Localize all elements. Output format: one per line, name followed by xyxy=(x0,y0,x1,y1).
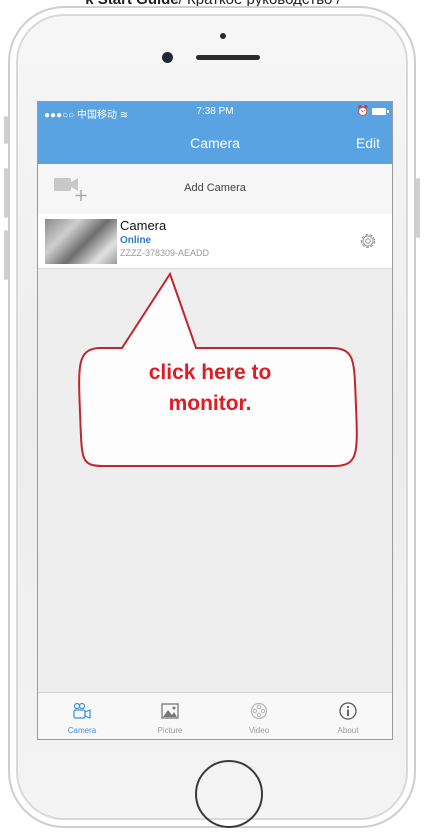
video-reel-icon xyxy=(250,702,268,720)
callout-line-1: click here to xyxy=(148,361,272,384)
callout-bubble xyxy=(78,271,358,467)
tab-about-label: About xyxy=(337,726,359,735)
camera-icon xyxy=(73,702,91,719)
callout-line-2: monitor. xyxy=(168,392,252,415)
app-screen: ●●●○○ 中国移动 ≋ 7:38 PM ⏰ Camera Edit Add C… xyxy=(37,101,393,740)
tab-camera-label: Camera xyxy=(67,726,97,735)
tab-picture[interactable]: Picture xyxy=(126,693,214,739)
tab-video[interactable]: Video xyxy=(215,693,303,739)
tab-about[interactable]: About xyxy=(304,693,392,739)
mute-switch xyxy=(4,116,8,144)
tab-picture-label: Picture xyxy=(157,726,183,735)
power-button xyxy=(416,178,420,238)
volume-down-button xyxy=(4,230,8,280)
proximity-sensor xyxy=(220,33,226,39)
tab-video-label: Video xyxy=(248,726,270,735)
callout-text: click here to monitor. xyxy=(95,357,325,419)
tab-camera[interactable]: Camera xyxy=(38,693,126,739)
info-icon xyxy=(339,702,357,720)
volume-up-button xyxy=(4,168,8,218)
tab-bar: Camera Picture Video About xyxy=(38,692,392,739)
picture-icon xyxy=(161,703,179,719)
home-button[interactable] xyxy=(195,760,263,828)
front-camera xyxy=(162,52,173,63)
earpiece-speaker xyxy=(196,55,260,60)
